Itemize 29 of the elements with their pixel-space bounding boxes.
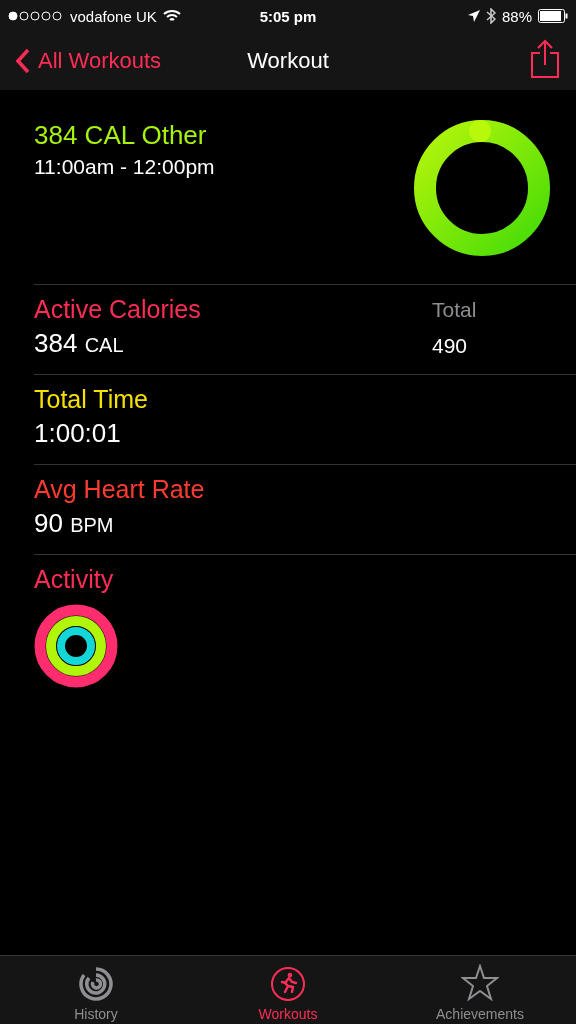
workout-time-range: 11:00am - 12:00pm [34, 155, 215, 179]
activity-label: Activity [34, 565, 115, 594]
battery-percent: 88% [502, 7, 532, 25]
signal-icon [8, 11, 64, 21]
metric-value: 384 CAL [34, 328, 125, 359]
metric-label: Total Time [34, 385, 149, 414]
total-label: Total [432, 298, 478, 322]
metric-value: 1:00:01 [34, 418, 122, 449]
share-icon[interactable] [530, 39, 560, 79]
bluetooth-icon [486, 8, 496, 24]
metric-label: Active Calories [34, 295, 202, 324]
chevron-left-icon [16, 48, 30, 74]
history-rings-icon [78, 966, 114, 1002]
workout-summary-title: 384 CAL Other [34, 120, 208, 151]
back-link[interactable]: All Workouts [16, 48, 248, 74]
metric-value: 90 BPM [34, 508, 115, 539]
running-figure-icon [270, 966, 306, 1002]
total-value: 490 [432, 334, 469, 358]
carrier-name: vodafone UK [70, 7, 157, 25]
tab-bar-item[interactable]: Workouts [192, 956, 384, 1024]
screen-title: Workout [247, 48, 329, 74]
wifi-icon [162, 9, 181, 23]
star-icon [461, 964, 499, 1002]
metric-label: Avg Heart Rate [34, 475, 206, 504]
clock-time: 5:05 pm [259, 7, 317, 25]
location-arrow-icon [468, 10, 480, 22]
battery-icon [538, 9, 568, 23]
tab-bar-item[interactable]: Achievements [384, 956, 576, 1024]
tab-bar-item[interactable]: History [0, 956, 192, 1024]
